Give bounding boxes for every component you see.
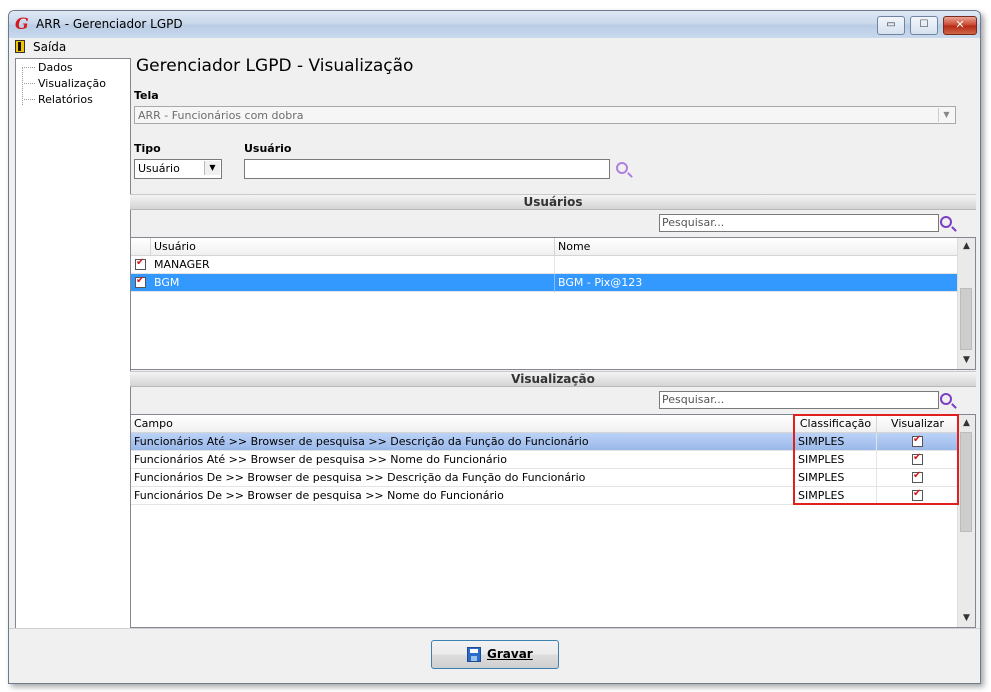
- visualizacao-scrollbar[interactable]: ▲ ▼: [957, 415, 975, 627]
- usuarios-search-input[interactable]: Pesquisar...: [659, 214, 939, 232]
- cell-campo: Funcionários Até >> Browser de pesquisa …: [131, 433, 795, 451]
- cell-campo: Funcionários Até >> Browser de pesquisa …: [131, 451, 795, 469]
- row-checkbox[interactable]: [135, 257, 146, 270]
- window-title: ARR - Gerenciador LGPD: [36, 17, 183, 31]
- save-button-label: Gravar: [487, 647, 533, 661]
- column-header-campo[interactable]: Campo: [131, 415, 795, 432]
- tipo-label: Tipo: [134, 142, 161, 155]
- scroll-down-icon[interactable]: ▼: [958, 352, 975, 369]
- exit-door-icon[interactable]: [15, 40, 25, 53]
- cell-campo: Funcionários De >> Browser de pesquisa >…: [131, 487, 795, 505]
- scroll-thumb[interactable]: [960, 432, 972, 532]
- save-button-label-rest: ravar: [496, 647, 533, 661]
- save-button-mnemonic: G: [487, 647, 497, 661]
- usuarios-grid: Usuário Nome MANAGER BGM BGM - Pix@123 ▲…: [130, 237, 976, 370]
- tela-label: Tela: [134, 89, 159, 102]
- scroll-up-icon[interactable]: ▲: [958, 238, 975, 255]
- visualizacao-section-header: Visualização: [130, 371, 976, 387]
- usuarios-section-header: Usuários: [130, 194, 976, 210]
- tipo-select[interactable]: Usuário ▼: [134, 159, 222, 179]
- title-bar[interactable]: G ARR - Gerenciador LGPD ▭ ☐ ✕: [9, 11, 980, 39]
- usuario-label: Usuário: [244, 142, 292, 155]
- minimize-button[interactable]: ▭: [877, 16, 905, 35]
- visualizacao-search-input[interactable]: Pesquisar...: [659, 391, 939, 409]
- row-checkbox[interactable]: [135, 275, 146, 288]
- scroll-down-icon[interactable]: ▼: [958, 610, 975, 627]
- chevron-down-icon[interactable]: ▼: [938, 108, 954, 122]
- search-icon[interactable]: [616, 162, 628, 174]
- column-header-nome[interactable]: Nome: [555, 238, 959, 255]
- scroll-thumb[interactable]: [960, 288, 972, 350]
- cell-usuario: BGM: [151, 274, 555, 292]
- navigation-tree: Dados Visualização Relatórios: [15, 58, 131, 629]
- tree-item-visualizacao[interactable]: Visualização: [24, 77, 106, 90]
- header-check-column: [131, 238, 151, 255]
- table-row[interactable]: MANAGER: [131, 256, 959, 274]
- cell-usuario: MANAGER: [151, 256, 555, 274]
- save-button[interactable]: Gravar: [431, 640, 559, 669]
- app-window: G ARR - Gerenciador LGPD ▭ ☐ ✕ Saída Dad…: [8, 10, 981, 684]
- highlight-box: [793, 414, 959, 505]
- floppy-disk-icon: [467, 647, 481, 662]
- cell-nome: BGM - Pix@123: [558, 276, 643, 289]
- scroll-up-icon[interactable]: ▲: [958, 415, 975, 432]
- tree-item-relatorios[interactable]: Relatórios: [24, 93, 93, 106]
- page-title: Gerenciador LGPD - Visualização: [136, 56, 414, 76]
- tela-select-value: ARR - Funcionários com dobra: [138, 109, 304, 122]
- cell-nome: [555, 256, 959, 274]
- tipo-select-value: Usuário: [138, 162, 180, 175]
- usuarios-grid-header: Usuário Nome: [131, 238, 959, 256]
- close-button[interactable]: ✕: [943, 16, 977, 35]
- menu-exit[interactable]: Saída: [33, 40, 66, 54]
- table-row[interactable]: BGM BGM - Pix@123: [131, 274, 959, 292]
- tree-item-dados[interactable]: Dados: [24, 61, 73, 74]
- footer-divider: [9, 628, 980, 629]
- usuarios-scrollbar[interactable]: ▲ ▼: [957, 238, 975, 369]
- usuario-input[interactable]: [244, 159, 610, 179]
- column-header-usuario[interactable]: Usuário: [151, 238, 555, 255]
- search-icon[interactable]: [940, 216, 952, 228]
- cell-campo: Funcionários De >> Browser de pesquisa >…: [131, 469, 795, 487]
- tela-select[interactable]: ARR - Funcionários com dobra ▼: [134, 106, 956, 124]
- maximize-button[interactable]: ☐: [910, 16, 938, 35]
- chevron-down-icon[interactable]: ▼: [204, 161, 220, 175]
- search-icon[interactable]: [940, 393, 952, 405]
- menu-bar: Saída: [9, 38, 980, 56]
- app-logo-icon: G: [15, 14, 29, 33]
